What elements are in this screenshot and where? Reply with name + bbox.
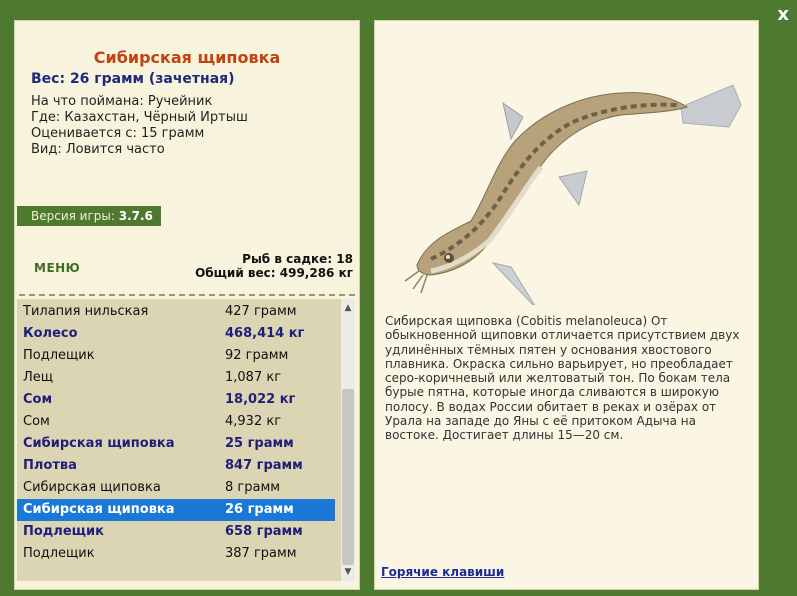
list-item[interactable]: Сом 18,022 кг bbox=[17, 389, 335, 411]
scroll-thumb[interactable] bbox=[342, 389, 354, 565]
location-text: Где: Казахстан, Чёрный Иртыш bbox=[31, 110, 248, 125]
list-scrollbar[interactable]: ▲ ▼ bbox=[341, 299, 355, 581]
scroll-up-icon[interactable]: ▲ bbox=[341, 301, 355, 315]
list-item-weight: 847 грамм bbox=[225, 458, 303, 473]
kind-text: Вид: Ловится часто bbox=[31, 142, 165, 157]
list-item-name: Сом bbox=[23, 392, 53, 407]
fish-weight: Вес: 26 грамм (зачетная) bbox=[31, 71, 235, 87]
list-item-weight: 427 грамм bbox=[225, 304, 297, 319]
list-item-weight: 387 грамм bbox=[225, 546, 297, 561]
fish-title: Сибирская щиповка bbox=[93, 48, 281, 67]
version-number: 3.7.6 bbox=[118, 209, 153, 223]
list-item-selected[interactable]: Сибирская щиповка 26 грамм bbox=[17, 499, 335, 521]
list-item[interactable]: Подлещик 658 грамм bbox=[17, 521, 335, 543]
list-item[interactable]: Колесо 468,414 кг bbox=[17, 323, 335, 345]
cage-stats: Рыб в садке: 18 Общий вес: 499,286 кг bbox=[195, 252, 353, 280]
list-item-name: Подлещик bbox=[23, 546, 95, 561]
list-item-name: Сом bbox=[23, 414, 50, 429]
cage-total-weight: Общий вес: 499,286 кг bbox=[195, 266, 353, 280]
list-item-name: Плотва bbox=[23, 458, 77, 473]
version-label: Версия игры: bbox=[31, 209, 115, 223]
list-item-weight: 25 грамм bbox=[225, 436, 294, 451]
list-item-name: Сибирская щиповка bbox=[23, 480, 161, 495]
caught-on-text: На что поймана: Ручейник bbox=[31, 94, 213, 109]
list-item-name: Лещ bbox=[23, 370, 54, 385]
list-item-weight: 1,087 кг bbox=[225, 370, 282, 385]
fish-info-panel: Сибирская щиповка Вес: 26 грамм (зачетна… bbox=[14, 20, 360, 590]
list-item-weight: 468,414 кг bbox=[225, 326, 305, 341]
version-bar: Версия игры: 3.7.6 bbox=[17, 206, 161, 226]
list-item-name: Подлещик bbox=[23, 348, 95, 363]
list-item-name: Тилапия нильская bbox=[23, 304, 149, 319]
list-item-weight: 8 грамм bbox=[225, 480, 281, 495]
list-item-weight: 26 грамм bbox=[225, 502, 294, 517]
menu-button[interactable]: МЕНЮ bbox=[34, 261, 80, 275]
scroll-down-icon[interactable]: ▼ bbox=[341, 565, 355, 579]
close-button[interactable]: x bbox=[777, 6, 789, 24]
list-item[interactable]: Подлещик 387 грамм bbox=[17, 543, 335, 565]
dashed-divider bbox=[19, 294, 355, 296]
fish-description-panel: Сибирская щиповка (Cobitis melanoleuca) … bbox=[374, 20, 759, 590]
list-item[interactable]: Подлещик 92 грамм bbox=[17, 345, 335, 367]
list-item-weight: 92 грамм bbox=[225, 348, 289, 363]
list-item[interactable]: Тилапия нильская 427 грамм bbox=[17, 301, 335, 323]
cage-count: Рыб в садке: 18 bbox=[242, 252, 353, 266]
list-item-name: Сибирская щиповка bbox=[23, 436, 175, 451]
list-item[interactable]: Лещ 1,087 кг bbox=[17, 367, 335, 389]
fish-description: Сибирская щиповка (Cobitis melanoleuca) … bbox=[385, 314, 740, 443]
catch-list[interactable]: Тилапия нильская 427 грамм Колесо 468,414 к… bbox=[17, 299, 341, 581]
list-item-weight: 18,022 кг bbox=[225, 392, 296, 407]
list-item[interactable]: Сибирская щиповка 25 грамм bbox=[17, 433, 335, 455]
list-item-name: Подлещик bbox=[23, 524, 104, 539]
hotkeys-link[interactable]: Горячие клавиши bbox=[381, 565, 504, 579]
value-text: Оценивается с: 15 грамм bbox=[31, 126, 205, 141]
list-item-weight: 4,932 кг bbox=[225, 414, 282, 429]
list-item-name: Колесо bbox=[23, 326, 78, 341]
list-item[interactable]: Плотва 847 грамм bbox=[17, 455, 335, 477]
list-item[interactable]: Сибирская щиповка 8 грамм bbox=[17, 477, 335, 499]
list-item[interactable]: Сом 4,932 кг bbox=[17, 411, 335, 433]
list-item-name: Сибирская щиповка bbox=[23, 502, 175, 517]
fish-image bbox=[404, 84, 742, 305]
list-item-weight: 658 грамм bbox=[225, 524, 303, 539]
